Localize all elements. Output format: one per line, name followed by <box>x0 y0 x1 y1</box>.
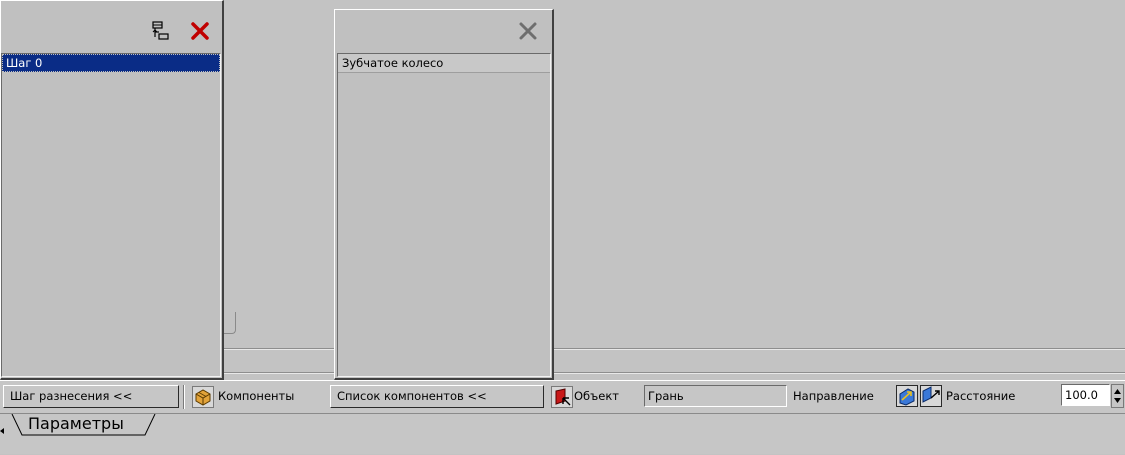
close-icon[interactable] <box>188 19 212 43</box>
object-select-icon[interactable] <box>551 386 573 408</box>
tree-structure-icon[interactable] <box>147 19 171 43</box>
hidden-scroll-edge <box>224 312 236 334</box>
components-cube-icon[interactable] <box>192 386 214 408</box>
direction-label: Направление <box>793 389 874 403</box>
steps-list: Шаг 0 <box>1 53 221 377</box>
components-panel: Зубчатое колесо <box>334 9 554 380</box>
tab-parameters[interactable]: Параметры <box>28 414 124 433</box>
distance-label: Расстояние <box>946 389 1016 403</box>
components-list: Зубчатое колесо <box>337 53 551 377</box>
object-label: Объект <box>574 389 619 403</box>
toolbar-separator <box>183 385 185 409</box>
components-label[interactable]: Компоненты <box>218 385 294 408</box>
components-panel-header <box>335 10 552 46</box>
object-field[interactable]: Грань <box>644 385 787 407</box>
tab-strip: Параметры <box>0 413 1125 454</box>
close-icon-disabled[interactable] <box>516 19 540 43</box>
component-item[interactable]: Зубчатое колесо <box>338 54 550 73</box>
steps-panel: Шаг 0 <box>0 0 224 380</box>
step-list-button[interactable]: Шаг разнесения << <box>3 385 179 408</box>
component-list-button[interactable]: Список компонентов << <box>330 385 544 408</box>
spinner-arrows-icon[interactable] <box>1111 384 1124 408</box>
direction-reverse-icon[interactable] <box>920 385 942 407</box>
direction-forward-icon[interactable] <box>896 385 918 407</box>
steps-panel-header <box>1 1 222 40</box>
distance-field[interactable]: 100.0 <box>1061 384 1110 406</box>
step-item[interactable]: Шаг 0 <box>2 54 220 72</box>
properties-toolbar: Шаг разнесения << Компоненты Список комп… <box>0 380 1125 413</box>
